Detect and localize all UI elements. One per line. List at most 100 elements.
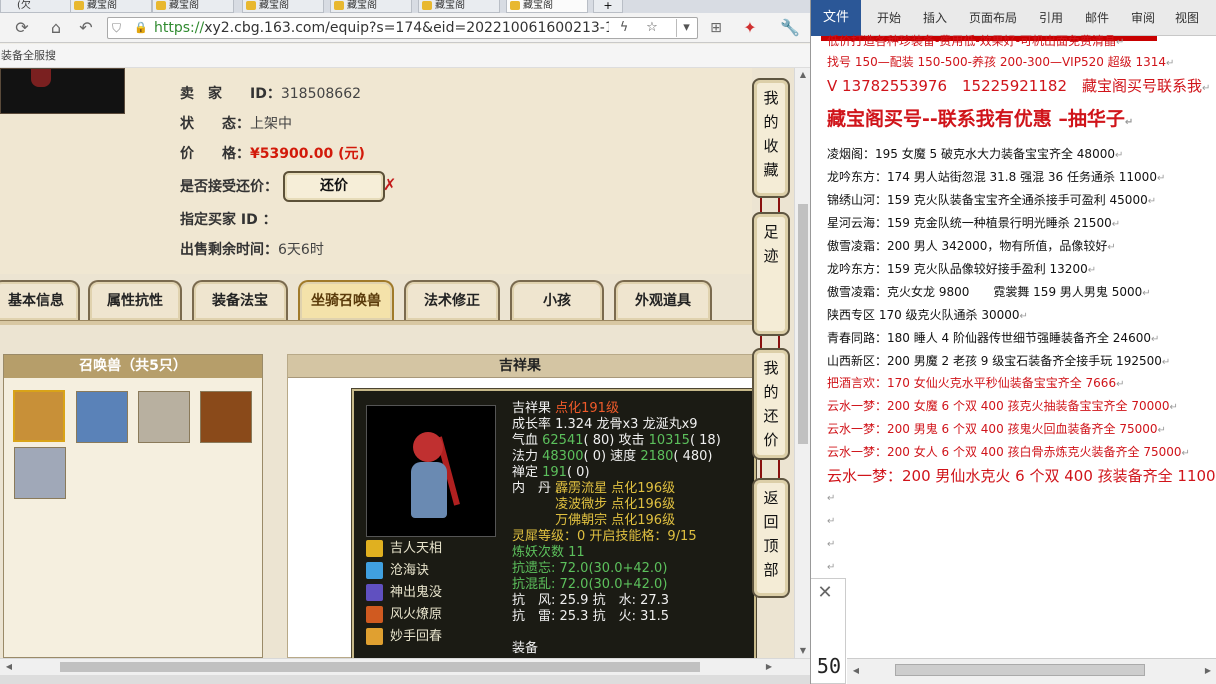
document-line: 陕西专区 170 级克火队通杀 30000↵: [827, 306, 1028, 326]
tab-5[interactable]: 法术修正: [404, 280, 500, 320]
word-horizontal-scrollbar[interactable]: ◀ ▶: [847, 658, 1216, 684]
undo-icon[interactable]: ↶: [76, 18, 96, 38]
horizontal-scrollbar[interactable]: ◀ ▶: [0, 658, 810, 675]
document-line-text: 龙吟东方：159 克火队品像较好接手盈利 13200: [827, 262, 1088, 276]
document-line-text: 星河云海：159 克金队统一种植景行明光睡杀 21500: [827, 216, 1112, 230]
tab-3[interactable]: 装备法宝: [192, 280, 288, 320]
stat-text: 抗混乱: 72.0(30.0+42.0): [512, 577, 668, 592]
refresh-icon[interactable]: ⟳: [12, 18, 32, 38]
shield-icon: ⛉: [112, 21, 122, 35]
counter-offer-row: 是否接受还价：: [180, 177, 278, 197]
document-line: ↵: [827, 557, 835, 577]
address-bar[interactable]: ⛉ 🔒 https://xy2.cbg.163.com/equip?s=174&…: [107, 17, 698, 39]
document-line: 云水一梦：200 男仙水克火 6 个双 400 孩装备齐全 110000↵: [827, 466, 1216, 489]
bookmark-item[interactable]: 装备全服搜: [1, 49, 56, 62]
ribbon-tab-7[interactable]: 审阅: [1131, 8, 1155, 28]
browser-tab[interactable]: 藏宝阁: [70, 0, 152, 13]
document-line-text: 山西新区：200 男魔 2 老孩 9 级宝石装备齐全接手玩 192500: [827, 354, 1162, 368]
document-line: ↵: [827, 488, 835, 508]
stat-line: 抗 风: 25.9 抗 水: 27.3: [512, 593, 669, 609]
side-button-4[interactable]: 返回顶部: [752, 478, 790, 598]
tab-4[interactable]: 坐骑召唤兽: [298, 280, 394, 320]
summon-avatar-2[interactable]: [76, 391, 128, 443]
stat-text: 霹雳流星 点化196级: [555, 481, 676, 496]
scroll-left-icon[interactable]: ◀: [2, 660, 16, 674]
document-line: 龙吟东方：159 克火队品像较好接手盈利 13200↵: [827, 260, 1096, 280]
not-accepted-icon: ✗: [383, 175, 397, 194]
browser-tab[interactable]: 藏宝阁: [506, 0, 588, 13]
vertical-scroll-thumb[interactable]: [798, 204, 808, 444]
summon-avatar-4[interactable]: [200, 391, 252, 443]
tab-7[interactable]: 外观道具: [614, 280, 712, 320]
wrench-icon[interactable]: 🔧: [780, 18, 800, 38]
horizontal-scroll-thumb[interactable]: [60, 662, 700, 672]
scroll-down-icon[interactable]: ▼: [795, 644, 810, 658]
tab-6[interactable]: 小孩: [510, 280, 604, 320]
paragraph-mark-icon: ↵: [827, 539, 836, 550]
paragraph-mark-icon: ↵: [1124, 117, 1134, 128]
document-line: 藏宝阁买号--联系我有优惠 –抽华子↵: [827, 106, 1133, 136]
document-line: ↵: [827, 511, 835, 531]
vertical-scrollbar[interactable]: ▲ ▼: [794, 68, 810, 658]
side-button-3[interactable]: 我的还价: [752, 348, 790, 460]
price-row: 价 格：¥53900.00 (元): [180, 144, 365, 164]
side-connector: [760, 336, 780, 348]
ribbon-tab-2[interactable]: 开始: [877, 8, 901, 28]
home-icon[interactable]: ⌂: [46, 18, 66, 38]
floating-number: 50: [816, 654, 841, 678]
ribbon-tab-8[interactable]: 视图: [1175, 8, 1199, 28]
close-icon[interactable]: ✕: [815, 583, 835, 603]
browser-tab-label: 藏宝阁: [435, 0, 465, 11]
grid-icon[interactable]: ⊞: [706, 18, 726, 38]
tab-favicon-icon: [156, 1, 166, 10]
word-document[interactable]: 低价打造各种珍装备-费用低-效果好-可机出面免费清晶↵ 找号 150—配装 150…: [811, 34, 1216, 652]
ribbon-tab-1[interactable]: 文件: [811, 0, 861, 36]
lightning-icon[interactable]: ϟ: [614, 19, 634, 37]
word-scroll-left-icon[interactable]: ◀: [849, 664, 863, 678]
paragraph-mark-icon: ↵: [827, 516, 836, 527]
dropdown-icon[interactable]: ▾: [676, 19, 696, 37]
new-tab-button[interactable]: +: [593, 0, 623, 13]
browser-tab[interactable]: 藏宝阁: [152, 0, 234, 13]
summon-detail-panel: 吉祥果 吉祥果 点化191级 成长率 1.324 龙骨x3 龙涎丸x9 气血 625…: [287, 354, 757, 658]
browser-tab[interactable]: 藏宝阁: [330, 0, 412, 13]
paragraph-mark-icon: ↵: [1147, 196, 1157, 207]
game-icon[interactable]: ✦: [740, 18, 760, 38]
ribbon-tab-3[interactable]: 插入: [923, 8, 947, 28]
paragraph-mark-icon: ↵: [1019, 311, 1028, 322]
ribbon-tab-6[interactable]: 邮件: [1085, 8, 1109, 28]
word-scroll-right-icon[interactable]: ▶: [1201, 664, 1215, 678]
side-button-2[interactable]: 足迹: [752, 212, 790, 336]
stat-text: 禅定: [512, 465, 543, 480]
star-icon[interactable]: ☆: [642, 19, 662, 37]
tab-favicon-icon: [74, 1, 84, 10]
browser-tab[interactable]: 藏宝阁: [242, 0, 324, 13]
word-scroll-thumb[interactable]: [895, 664, 1145, 676]
screen: (欠 藏宝阁 藏宝阁 藏宝阁 藏宝阁 藏宝阁 藏宝阁 + ⟳ ⌂ ↶ ⛉ 🔒 https://…: [0, 0, 1216, 684]
stat-line: 凌波微步 点化196级: [512, 497, 675, 513]
url-path: xy2.cbg.163.com/equip?s=174&eid=20221006…: [204, 20, 609, 36]
summon-stat-card: 吉祥果 点化191级 成长率 1.324 龙骨x3 龙涎丸x9 气血 62541( …: [351, 388, 757, 658]
ribbon-tab-4[interactable]: 页面布局: [969, 8, 1017, 28]
summon-avatar-1[interactable]: [13, 390, 65, 442]
floating-panel: ✕ 50: [811, 578, 846, 684]
document-line-text: 云水一梦：200 女人 6 个双 400 孩白骨赤炼克火装备齐全 75000: [827, 445, 1182, 459]
document-line: 傲雪凌霜：200 男人 342000，物有所值，品像较好↵: [827, 237, 1116, 257]
counter-offer-button[interactable]: 还价: [283, 171, 385, 202]
summon-avatar-3[interactable]: [138, 391, 190, 443]
scroll-up-icon[interactable]: ▲: [795, 68, 810, 82]
stat-text: 万佛朝宗 点化196级: [512, 513, 676, 528]
side-button-1[interactable]: 我的收藏: [752, 78, 790, 198]
paragraph-mark-icon: ↵: [1181, 448, 1190, 459]
web-page: 卖 家 ID：318508662 状 态：上架中 价 格：¥53900.00 (元…: [0, 68, 794, 658]
time-row: 出售剩余时间：6天6时: [180, 240, 324, 260]
tab-2[interactable]: 属性抗性: [88, 280, 182, 320]
stat-text: ( 80) 攻击: [583, 433, 649, 448]
scroll-right-icon[interactable]: ▶: [762, 660, 776, 674]
summon-avatar-5[interactable]: [14, 447, 66, 499]
ribbon-tab-5[interactable]: 引用: [1039, 8, 1063, 28]
tab-1[interactable]: 基本信息: [0, 280, 80, 320]
browser-tab-label: 藏宝阁: [347, 0, 377, 11]
browser-tab[interactable]: 藏宝阁: [418, 0, 500, 13]
summon-head: [413, 432, 443, 462]
